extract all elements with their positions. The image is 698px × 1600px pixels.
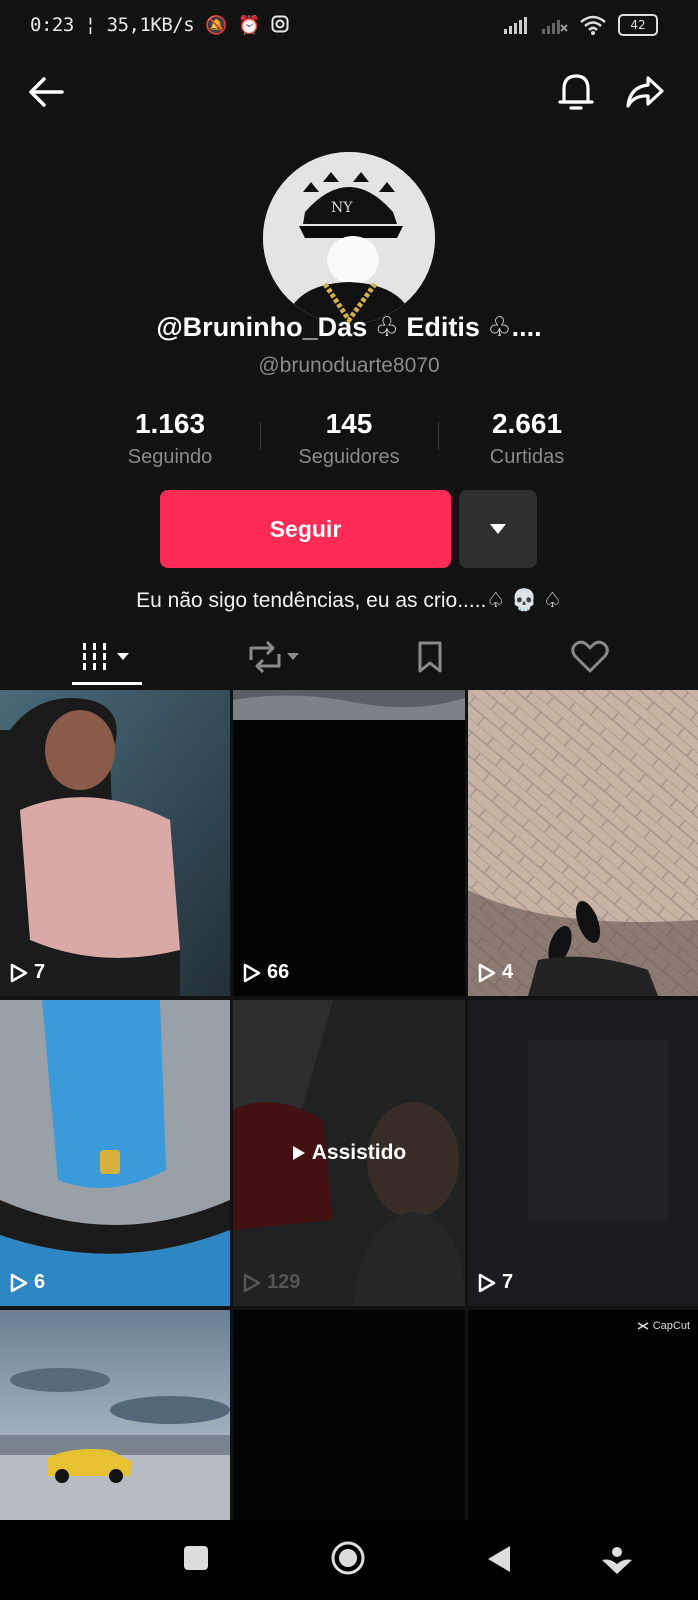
assistant-icon[interactable] (600, 1544, 634, 1578)
caret-down-icon (490, 524, 506, 534)
video-thumbnail[interactable]: 6 (0, 1000, 230, 1306)
system-nav-bar (0, 1520, 698, 1600)
active-tab-indicator (72, 682, 142, 685)
heart-icon (571, 640, 609, 673)
play-icon (10, 1273, 28, 1292)
instagram-icon (271, 15, 289, 33)
mute-icon: 🔕 (205, 15, 228, 36)
grid-videos-icon (83, 643, 129, 670)
repost-icon (249, 640, 299, 674)
thumbnail-image (468, 690, 698, 996)
view-count: 66 (243, 961, 289, 984)
status-left: 0:23 ¦ 35,1KB/s 🔕 ⏰ (30, 14, 289, 36)
avatar-image: NY (263, 152, 435, 324)
view-count: 4 (478, 961, 513, 984)
view-count-value: 7 (34, 961, 46, 983)
watermark-text: CapCut (652, 1320, 690, 1332)
alarm-icon: ⏰ (237, 15, 260, 36)
status-bar: 0:23 ¦ 35,1KB/s 🔕 ⏰ 42 (0, 0, 698, 52)
view-count: 129 (243, 1271, 300, 1294)
signal-icon (504, 17, 527, 34)
stat-label: Seguidores (298, 446, 400, 468)
video-thumbnail[interactable]: 7 (0, 690, 230, 996)
play-icon (478, 1273, 496, 1292)
play-filled-icon (292, 1146, 305, 1160)
signal-nosim-icon (542, 20, 568, 34)
back-arrow-icon[interactable] (26, 72, 66, 112)
wifi-icon (580, 15, 606, 35)
video-thumbnail[interactable] (0, 1310, 230, 1520)
battery-icon: 42 (618, 14, 658, 36)
view-count-value: 7 (502, 1271, 514, 1293)
thumbnail-image (0, 1310, 230, 1520)
stat-label: Curtidas (489, 446, 565, 468)
status-separator-icon: ¦ (84, 14, 96, 36)
view-count-value: 4 (502, 961, 514, 983)
watched-overlay: Assistido (233, 1000, 465, 1306)
view-count: 7 (10, 961, 45, 984)
watched-label: Assistido (311, 1141, 407, 1164)
svg-text:NY: NY (331, 200, 353, 216)
stat-followers[interactable]: 145 Seguidores (249, 408, 449, 469)
bookmark-icon (418, 641, 442, 673)
play-icon (10, 963, 28, 982)
stat-value: 2.661 (491, 408, 563, 439)
home-circle-icon[interactable] (330, 1540, 366, 1576)
follow-button[interactable]: Seguir (160, 490, 451, 568)
view-count-value: 66 (267, 961, 290, 983)
video-thumbnail[interactable]: Assistido 129 (233, 1000, 465, 1306)
stat-value: 1.163 (134, 408, 206, 439)
video-thumbnail[interactable]: 7 (468, 1000, 698, 1306)
stat-value: 145 (325, 408, 373, 439)
video-thumbnail[interactable]: 66 (233, 690, 465, 996)
tab-reposts[interactable] (240, 628, 310, 686)
back-triangle-icon[interactable] (486, 1544, 512, 1574)
capcut-logo-icon (637, 1322, 649, 1330)
stat-label: Seguindo (127, 446, 213, 468)
play-icon (243, 963, 261, 982)
thumbnail-image (0, 690, 230, 996)
thumbnail-image (468, 1000, 698, 1306)
share-icon[interactable] (624, 72, 666, 112)
video-grid: 7 66 4 6 Assistido 129 7 CapCut (0, 690, 698, 1520)
network-speed: 35,1KB/s (106, 14, 195, 36)
bio: Eu não sigo tendências, eu as crio.....♤… (136, 589, 562, 612)
tab-liked[interactable] (560, 628, 620, 686)
suggested-accounts-button[interactable] (459, 490, 537, 568)
tab-favorites[interactable] (400, 628, 460, 686)
avatar[interactable]: NY (263, 152, 435, 324)
status-time: 0:23 (30, 14, 74, 36)
view-count: 6 (10, 1271, 45, 1294)
video-thumbnail[interactable]: CapCut (468, 1310, 698, 1520)
capcut-watermark: CapCut (637, 1320, 690, 1332)
view-count-value: 129 (267, 1271, 301, 1293)
recents-square-icon[interactable] (182, 1544, 210, 1572)
display-name: @Bruninho_Das ♧ Editis ♧.... (156, 312, 542, 342)
stat-likes[interactable]: 2.661 Curtidas (427, 408, 627, 469)
thumbnail-image (233, 690, 465, 996)
stat-following[interactable]: 1.163 Seguindo (70, 408, 270, 469)
bell-icon[interactable] (556, 70, 596, 114)
thumbnail-image (0, 1000, 230, 1306)
play-icon (478, 963, 496, 982)
profile-tabs (0, 628, 698, 686)
username: @brunoduarte8070 (258, 354, 440, 377)
video-thumbnail[interactable]: 4 (468, 690, 698, 996)
play-icon (243, 1273, 261, 1292)
view-count: 7 (478, 1271, 513, 1294)
status-right: 42 (504, 14, 658, 36)
video-thumbnail[interactable] (233, 1310, 465, 1520)
tab-videos[interactable] (72, 628, 142, 686)
view-count-value: 6 (34, 1271, 46, 1293)
